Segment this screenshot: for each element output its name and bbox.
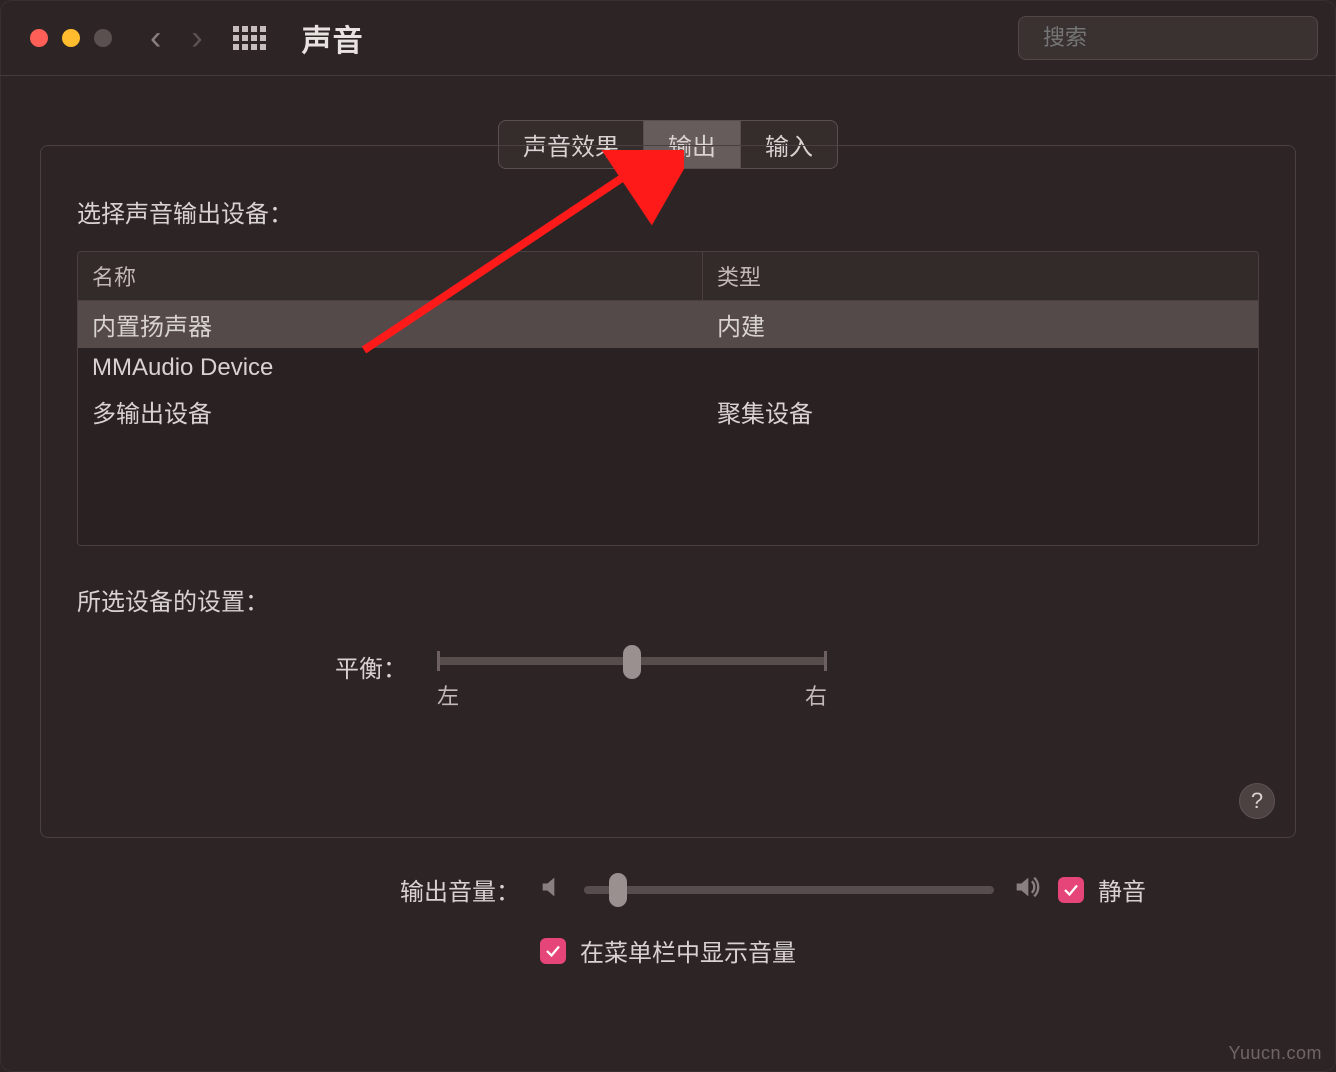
search-input[interactable] xyxy=(1043,25,1331,51)
table-row[interactable]: 多输出设备 聚集设备 xyxy=(78,388,1258,435)
check-icon xyxy=(544,942,562,960)
help-button[interactable]: ? xyxy=(1239,783,1275,819)
volume-thumb[interactable] xyxy=(609,873,627,907)
volume-slider[interactable] xyxy=(584,886,994,894)
window-controls xyxy=(30,29,112,47)
show-menubar-row[interactable]: 在菜单栏中显示音量 xyxy=(540,933,796,968)
balance-slider[interactable]: 左 右 xyxy=(437,647,827,711)
table-row[interactable]: MMAudio Device xyxy=(78,348,1258,388)
back-button[interactable]: ‹ xyxy=(150,21,161,55)
show-all-icon[interactable] xyxy=(233,26,266,50)
close-window-button[interactable] xyxy=(30,29,48,47)
zoom-window-button xyxy=(94,29,112,47)
balance-right-label: 右 xyxy=(805,679,827,711)
device-type xyxy=(703,348,1258,388)
table-row[interactable]: 内置扬声器 内建 xyxy=(78,301,1258,348)
choose-device-label: 选择声音输出设备： xyxy=(77,194,1259,229)
watermark: Yuucn.com xyxy=(1228,1043,1322,1064)
titlebar: ‹ › 声音 xyxy=(0,0,1336,76)
footer-controls: 输出音量： 静音 在菜单栏中显示音量 xyxy=(0,872,1336,968)
device-name: 多输出设备 xyxy=(78,388,703,435)
balance-left-label: 左 xyxy=(437,679,459,711)
column-type[interactable]: 类型 xyxy=(703,252,1258,300)
column-name[interactable]: 名称 xyxy=(78,252,703,300)
minimize-window-button[interactable] xyxy=(62,29,80,47)
help-icon: ? xyxy=(1251,788,1263,814)
mute-checkbox-row[interactable]: 静音 xyxy=(1058,872,1146,907)
show-menubar-checkbox[interactable] xyxy=(540,938,566,964)
table-header: 名称 类型 xyxy=(78,252,1258,301)
balance-label: 平衡： xyxy=(77,647,407,684)
output-volume-label: 输出音量： xyxy=(190,872,520,907)
output-groupbox: 选择声音输出设备： 名称 类型 内置扬声器 内建 MMAudio Device … xyxy=(40,145,1296,838)
device-table: 名称 类型 内置扬声器 内建 MMAudio Device 多输出设备 聚集设备 xyxy=(77,251,1259,546)
mute-label: 静音 xyxy=(1098,872,1146,907)
forward-button: › xyxy=(191,21,202,55)
volume-low-icon xyxy=(538,873,566,906)
search-box[interactable] xyxy=(1018,16,1318,60)
check-icon xyxy=(1062,881,1080,899)
mute-checkbox[interactable] xyxy=(1058,877,1084,903)
volume-high-icon xyxy=(1012,873,1040,906)
device-type: 内建 xyxy=(703,301,1258,348)
balance-thumb[interactable] xyxy=(623,645,641,679)
window-title: 声音 xyxy=(302,16,364,60)
device-name: 内置扬声器 xyxy=(78,301,703,348)
device-type: 聚集设备 xyxy=(703,388,1258,435)
selected-device-settings-label: 所选设备的设置： xyxy=(77,582,1259,617)
show-menubar-label: 在菜单栏中显示音量 xyxy=(580,933,796,968)
device-name: MMAudio Device xyxy=(78,348,703,388)
nav-buttons: ‹ › xyxy=(150,21,266,55)
